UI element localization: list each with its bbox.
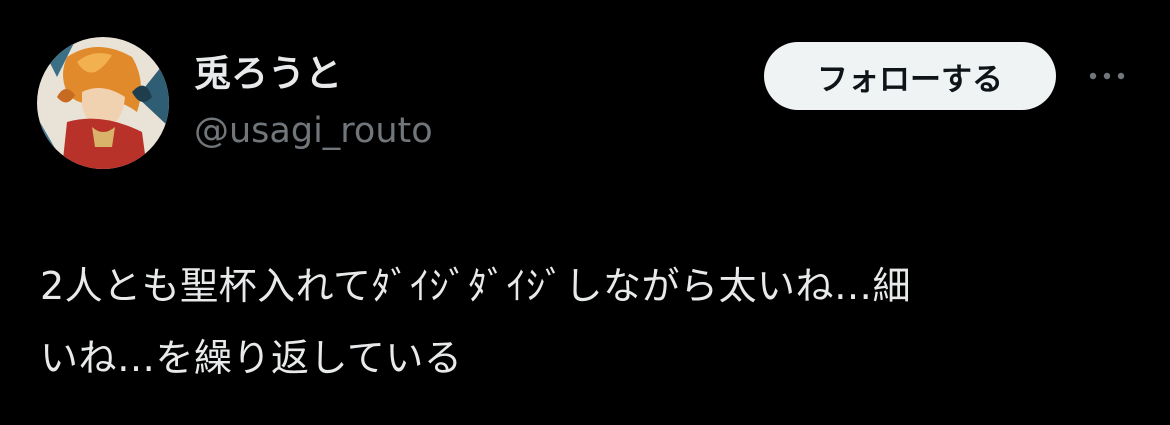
tweet-text-line: いね…を繰り返している — [40, 336, 463, 380]
avatar[interactable] — [37, 37, 169, 169]
avatar-image — [37, 37, 169, 169]
display-name[interactable]: 兎ろうと — [194, 50, 342, 98]
more-options-button[interactable] — [1082, 58, 1132, 94]
more-horizontal-icon — [1089, 72, 1125, 80]
follow-button[interactable]: フォローする — [764, 42, 1056, 110]
user-handle[interactable]: @usagi_routo — [194, 108, 433, 154]
tweet-text: 2人とも聖杯入れてﾀﾞｲｼﾞﾀﾞｲｼﾞしながら太いね…細 いね…を繰り返している — [40, 250, 1130, 394]
tweet-text-line: 2人とも聖杯入れてﾀﾞｲｼﾞﾀﾞｲｼﾞしながら太いね…細 — [40, 264, 912, 308]
